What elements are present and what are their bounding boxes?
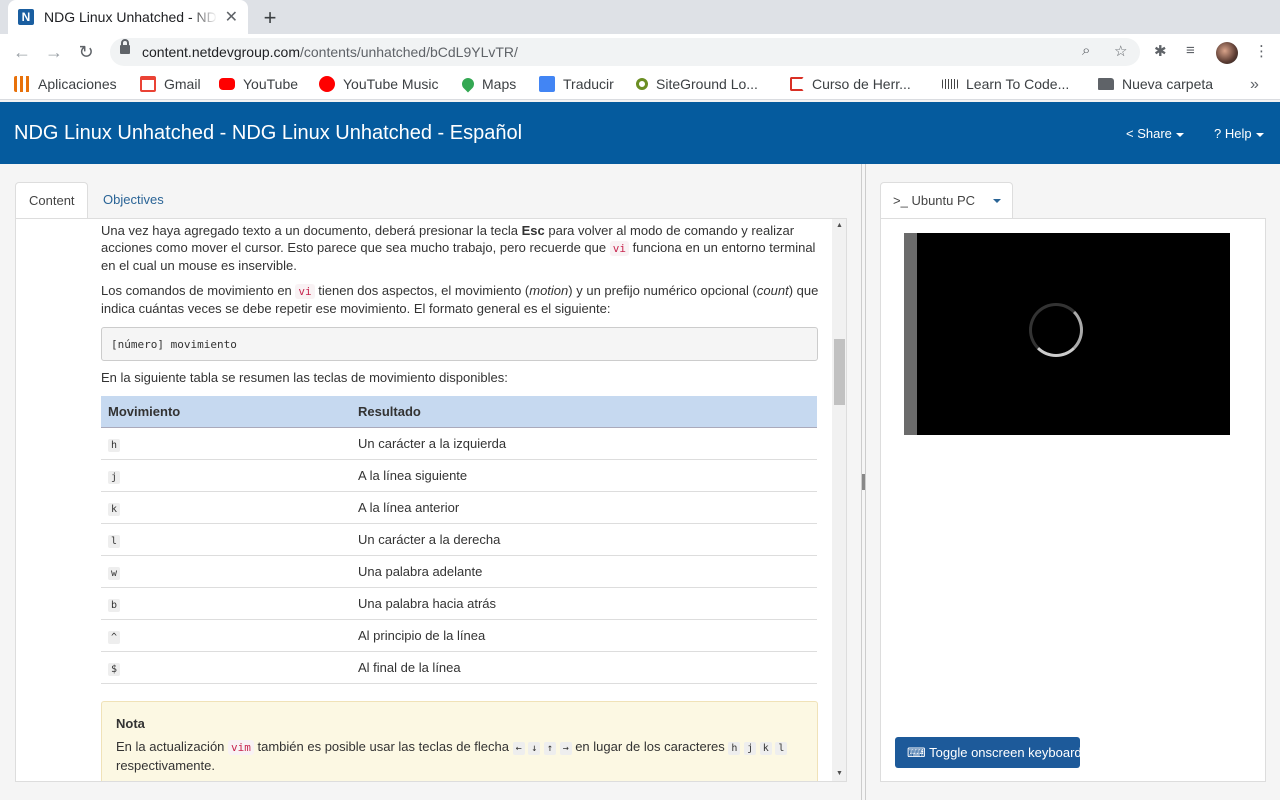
paragraph-table-intro: En la siguiente tabla se resumen las tec… — [101, 370, 508, 385]
bookmark-item[interactable]: Curso de Herr... — [790, 76, 911, 92]
tab-objectives[interactable]: Objectives — [90, 182, 177, 219]
share-dropdown[interactable]: < Share — [1126, 126, 1184, 141]
caret-down-icon — [1175, 132, 1184, 137]
note-body: En la actualización vim también es posib… — [116, 738, 806, 774]
bookmark-item[interactable]: Traducir — [539, 76, 614, 92]
lock-icon — [120, 39, 130, 54]
address-bar[interactable]: content.netdevgroup.com/contents/unhatch… — [110, 38, 1140, 66]
terminal-prompt-icon: >_ — [893, 193, 908, 208]
menu-kebab-icon[interactable]: ⋮ — [1254, 42, 1269, 60]
paragraph-motion: Los comandos de movimiento en vi tienen … — [101, 283, 819, 316]
content-pane: Content Objectives Una vez haya agregado… — [0, 164, 862, 800]
maps-icon — [459, 75, 477, 93]
reload-icon[interactable]: ↻ — [74, 40, 98, 64]
content-panel: Una vez haya agregado texto a un documen… — [15, 218, 847, 782]
folder-icon — [1098, 78, 1114, 90]
bookmark-item[interactable]: Learn To Code... — [942, 76, 1069, 92]
youtube-icon — [219, 78, 235, 90]
note-title: Nota — [116, 716, 145, 731]
paragraph-esc: Una vez haya agregado texto a un documen… — [101, 223, 816, 273]
siteground-icon — [636, 78, 648, 90]
zoom-icon[interactable]: ⌕ — [1082, 42, 1090, 59]
scrollbar-thumb[interactable] — [834, 339, 845, 405]
vm-screen-edge — [904, 233, 917, 435]
translate-icon — [539, 76, 555, 92]
media-queue-icon[interactable]: ≡ — [1186, 42, 1195, 59]
apps-grid-icon — [14, 76, 30, 92]
course-icon — [790, 77, 804, 91]
column-header: Movimiento — [108, 404, 181, 419]
table-row: w Una palabra adelante — [101, 556, 817, 588]
youtube-music-icon — [319, 76, 335, 92]
bookmark-item[interactable]: YouTube Music — [319, 76, 438, 92]
caret-down-icon[interactable] — [993, 199, 1001, 203]
tab-label: Ubuntu PC — [911, 193, 976, 208]
bookmark-item[interactable]: SiteGround Lo... — [636, 76, 758, 92]
movement-table: Movimiento Resultado h Un carácter a la i… — [101, 396, 817, 684]
new-tab-button[interactable]: + — [258, 5, 282, 31]
toggle-keyboard-button[interactable]: ⌨ Toggle onscreen keyboard — [895, 737, 1082, 768]
code-block: [número] movimiento — [101, 327, 818, 361]
close-tab-icon[interactable]: ✕ — [225, 7, 238, 27]
app-header: NDG Linux Unhatched - NDG Linux Unhatche… — [0, 102, 1280, 164]
keyboard-icon: ⌨ — [907, 745, 926, 760]
extensions-puzzle-icon[interactable]: ✱ — [1154, 42, 1167, 60]
scroll-up-arrow-icon[interactable]: ▲ — [832, 219, 846, 233]
column-header: Resultado — [358, 404, 421, 419]
table-row: jA la línea siguiente — [101, 460, 817, 492]
scroll-down-arrow-icon[interactable]: ▼ — [832, 767, 846, 781]
terminal-pane: >_ Ubuntu PC ⌨ Toggle onscreen keyboard — [866, 164, 1280, 800]
browser-toolbar: ← → ↻ content.netdevgroup.com/contents/u… — [0, 34, 1280, 70]
tab-content[interactable]: Content — [15, 182, 88, 219]
loading-spinner-icon — [1029, 303, 1083, 357]
splitter-grip[interactable] — [862, 474, 865, 490]
url-text: content.netdevgroup.com/contents/unhatch… — [142, 44, 518, 60]
bookmark-item[interactable]: Nueva carpeta — [1098, 76, 1213, 92]
table-row: kA la línea anterior — [101, 492, 817, 524]
bookmark-star-icon[interactable]: ☆ — [1114, 42, 1127, 60]
share-icon: < — [1126, 126, 1134, 141]
ndg-favicon-icon: N — [18, 9, 34, 25]
page-title: NDG Linux Unhatched - NDG Linux Unhatche… — [14, 122, 523, 144]
terminal-panel: ⌨ Toggle onscreen keyboard — [880, 218, 1266, 782]
table-row: h Un carácter a la izquierda — [101, 428, 817, 460]
bookmark-item[interactable]: YouTube — [219, 76, 298, 92]
vm-screen[interactable] — [904, 233, 1230, 435]
back-arrow-icon[interactable]: ← — [10, 40, 34, 64]
help-dropdown[interactable]: ? Help — [1214, 126, 1264, 141]
profile-avatar[interactable] — [1216, 42, 1238, 64]
table-row: b Una palabra hacia atrás — [101, 588, 817, 620]
bookmarks-bar: Aplicaciones Gmail YouTube YouTube Music… — [0, 70, 1280, 100]
content-scrollbar[interactable]: ▲ ▼ — [832, 219, 846, 781]
browser-tabstrip: N NDG Linux Unhatched - NDG ✕ + — [0, 0, 1280, 34]
table-row: $ Al final de la línea — [101, 652, 817, 684]
more-bookmarks-chevron-icon[interactable]: » — [1250, 76, 1259, 94]
caret-down-icon — [1255, 132, 1264, 137]
tab-ubuntu-pc[interactable]: >_ Ubuntu PC — [880, 182, 1013, 219]
table-header: Movimiento Resultado — [101, 396, 817, 428]
gmail-icon — [140, 76, 156, 92]
forward-arrow-icon[interactable]: → — [42, 40, 66, 64]
note-box: Nota En la actualización vim también es … — [101, 701, 818, 781]
bookmark-item[interactable]: Aplicaciones — [14, 76, 117, 92]
bookmark-item[interactable]: Maps — [459, 75, 516, 93]
table-row: ^ Al principio de la línea — [101, 620, 817, 652]
browser-tab[interactable]: N NDG Linux Unhatched - NDG ✕ — [8, 0, 248, 34]
cisco-icon — [942, 79, 958, 89]
bookmark-item[interactable]: Gmail — [140, 76, 201, 92]
help-circle-icon: ? — [1214, 126, 1222, 141]
table-row: l Un carácter a la derecha — [101, 524, 817, 556]
browser-tab-title: NDG Linux Unhatched - NDG — [44, 9, 217, 25]
